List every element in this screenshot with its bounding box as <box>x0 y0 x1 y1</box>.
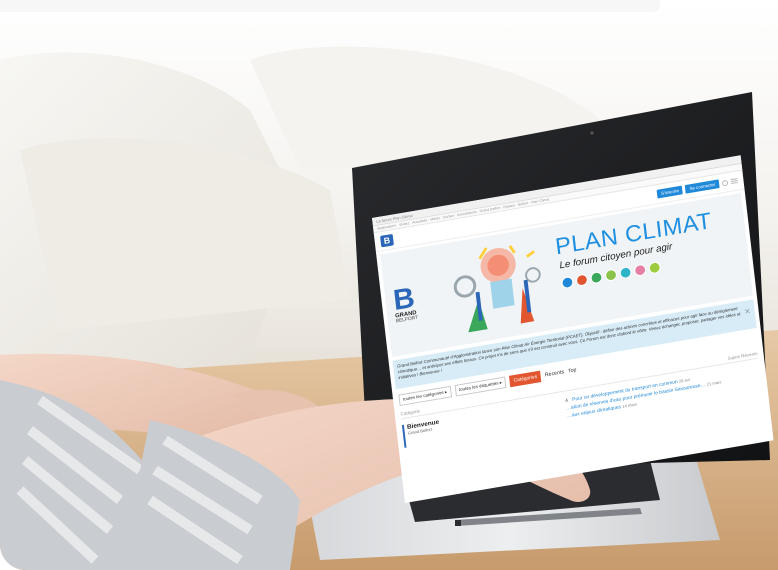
laptop-photo: Le forum Plan Climat Applications · Visi… <box>0 0 778 570</box>
theme-icon <box>560 275 574 290</box>
banner-illustration <box>453 245 541 333</box>
theme-icon <box>648 261 662 275</box>
tags-dropdown[interactable]: toutes les étiquettes ▸ <box>454 376 507 397</box>
tab-categories[interactable]: Catégories <box>509 370 542 388</box>
theme-icon <box>604 268 618 282</box>
topic-count: 4 <box>564 397 569 404</box>
signup-button[interactable]: S'inscrire <box>656 185 684 199</box>
tab-top[interactable]: Top <box>568 367 577 374</box>
column-topics: Sujets <box>727 354 741 361</box>
theme-icon <box>590 270 603 285</box>
topic-date: 21 mars <box>706 379 722 387</box>
topic-date: 28 avr <box>678 377 691 384</box>
search-icon[interactable] <box>721 179 729 187</box>
categories-dropdown[interactable]: toutes les catégories ▸ <box>398 385 452 407</box>
theme-icon <box>633 263 647 277</box>
column-topics-recent: Sujets Récents <box>727 351 758 361</box>
website-screen: Le forum Plan Climat Applications · Visi… <box>372 155 774 504</box>
menu-icon[interactable] <box>730 178 738 185</box>
theme-icon <box>619 266 633 280</box>
topic-date: 14 mars <box>622 401 638 409</box>
tab-recent[interactable]: Récents <box>545 369 565 378</box>
theme-icon <box>575 273 589 287</box>
close-icon[interactable]: ✕ <box>744 307 751 317</box>
column-category: Catégorie <box>400 408 421 417</box>
login-button[interactable]: Se connecter <box>685 179 720 194</box>
site-logo[interactable]: B <box>379 233 394 247</box>
laptop-display: Le forum Plan Climat Applications · Visi… <box>0 0 778 570</box>
column-recent: Récents <box>740 351 758 359</box>
grand-belfort-logo: B GRAND BELFORT <box>392 282 425 325</box>
